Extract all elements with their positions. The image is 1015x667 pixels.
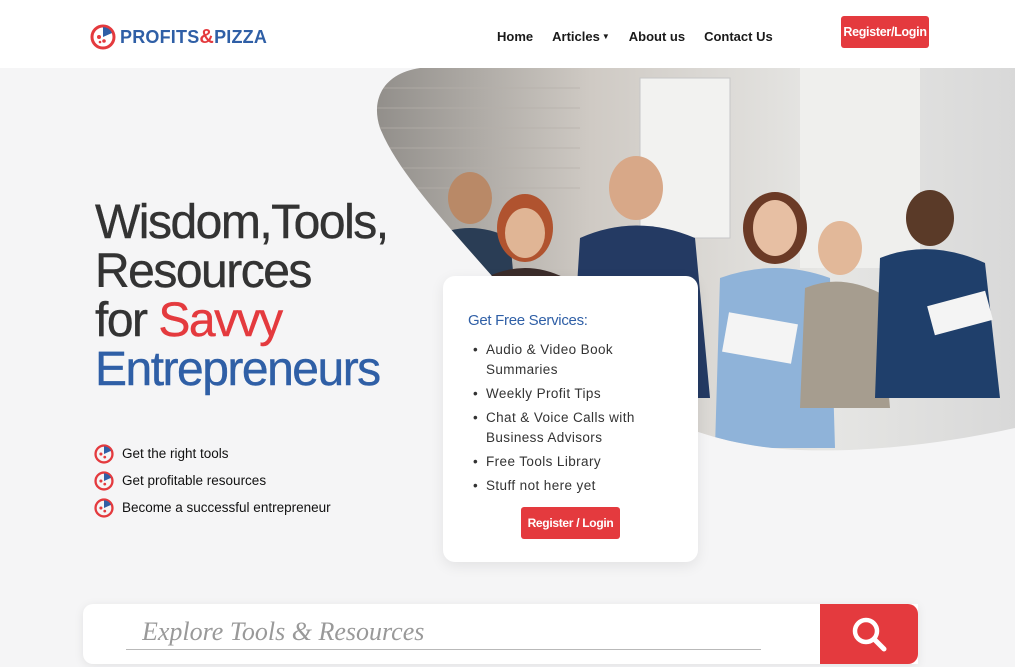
card-register-login-button[interactable]: Register / Login [521,507,620,539]
feature-item: Get the right tools [94,440,331,467]
free-services-card: Get Free Services: • Audio & Video Book Su… [443,276,698,562]
headline-line-2: Resources [95,245,313,298]
headline-line-1: Wisdom,Tools, [95,196,389,249]
header-register-login-button[interactable]: Register/Login [841,16,929,48]
headline-line-4: Entrepreneurs [95,343,382,396]
feature-item: Become a successful entrepreneur [94,494,331,521]
brand-logo[interactable]: PROFITS&PIZZA [90,24,267,50]
nav-about-us[interactable]: About us [629,29,685,44]
feature-label: Get the right tools [122,446,229,461]
service-item: • Weekly Profit Tips [473,386,601,401]
service-item: • Free Tools Library [473,454,601,469]
search-button[interactable] [820,604,918,664]
pizza-logo-icon [94,470,114,491]
services-list: • Audio & Video Book Summaries • Weekly Pro… [473,340,679,500]
service-item: • Stuff not here yet [473,478,596,493]
headline-highlight: Savvy [158,294,283,347]
services-title: Get Free Services: [468,312,588,329]
service-item: • Audio & Video Book Summaries [473,342,614,377]
feature-item: Get profitable resources [94,467,331,494]
search-bar [83,604,918,664]
site-header: PROFITS&PIZZA Home Articles ▼ About us Co… [0,0,1015,68]
search-input[interactable] [126,614,761,650]
nav-contact-us[interactable]: Contact Us [704,29,773,44]
brand-name: PROFITS&PIZZA [120,25,268,48]
headline-line-3: for Savvy [95,294,283,347]
feature-list: Get the right tools Get profitable resou… [94,440,331,521]
nav-articles[interactable]: Articles ▼ [552,29,610,44]
pizza-logo-icon [94,497,114,518]
service-item: • Chat & Voice Calls with Business Advisor… [473,410,635,445]
main-nav: Home Articles ▼ About us Contact Us [497,29,792,44]
nav-home[interactable]: Home [497,29,533,44]
search-icon [852,617,887,652]
feature-label: Get profitable resources [122,473,267,488]
pizza-logo-icon [94,443,114,464]
feature-label: Become a successful entrepreneur [122,500,331,515]
pizza-logo-icon [90,24,116,50]
hero-headline: Wisdom,Tools, Resources for Savvy Entrep… [95,196,389,396]
caret-down-icon: ▼ [601,32,610,41]
